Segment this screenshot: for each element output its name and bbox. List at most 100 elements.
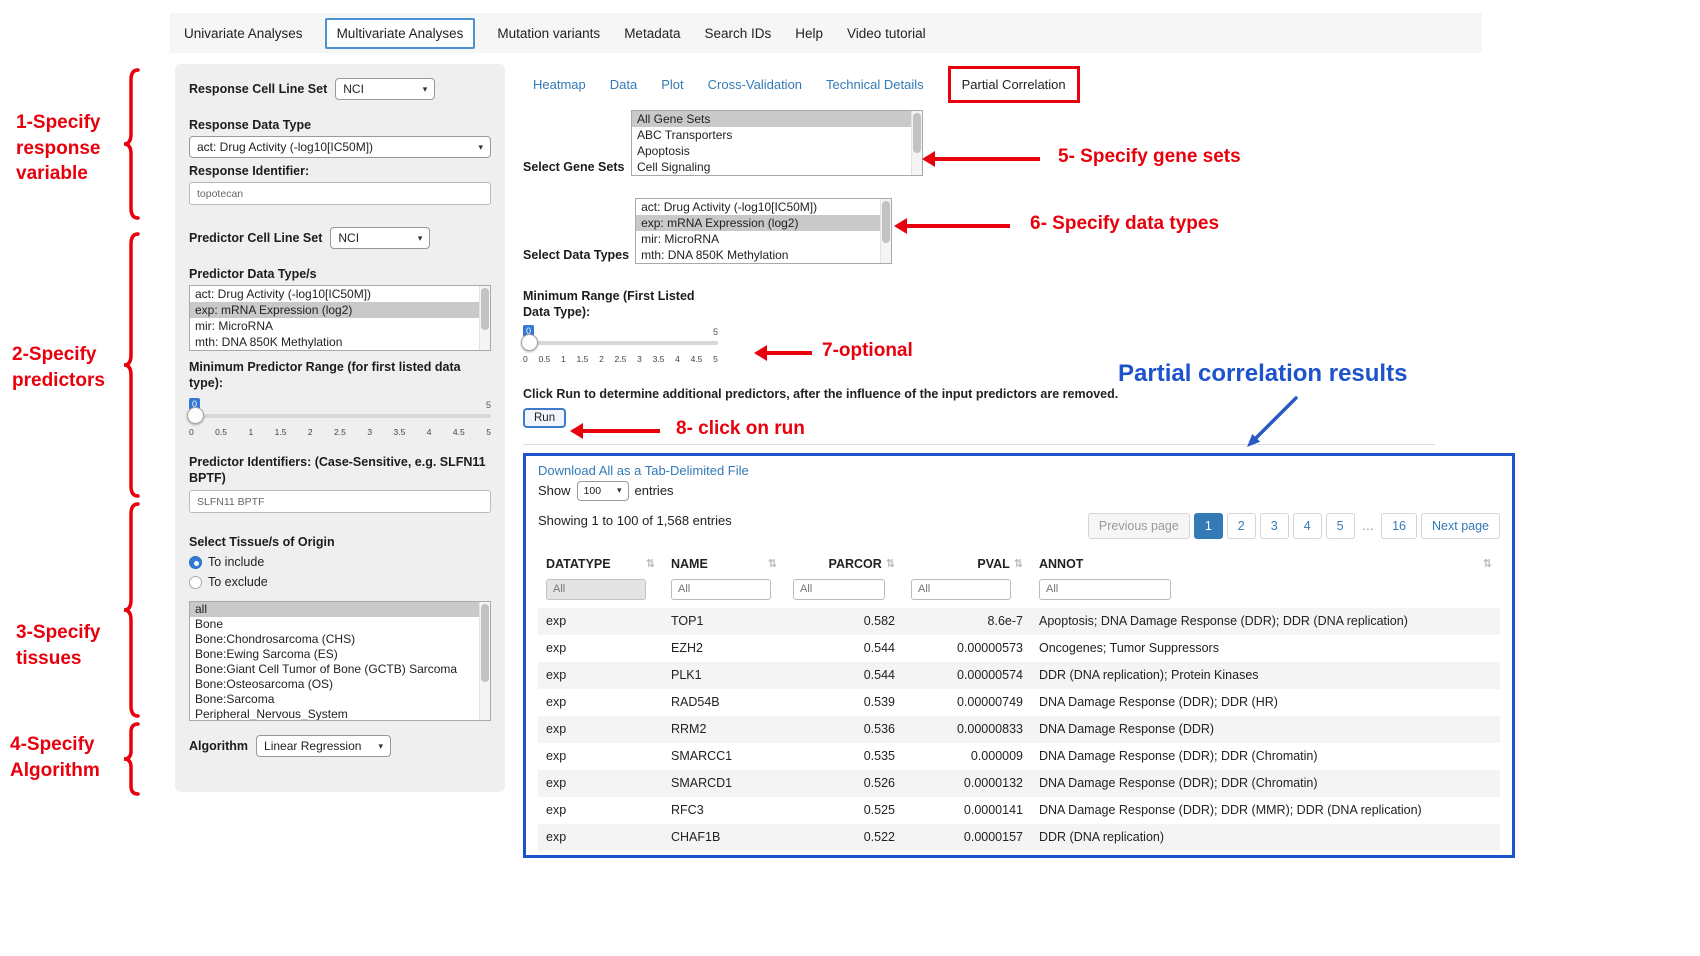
column-header-parcor[interactable]: PARCOR ⇅ [785,549,903,577]
slider-handle[interactable] [187,407,204,424]
cell-annot: Oncogenes; Tumor Suppressors [1031,635,1500,662]
listbox-option[interactable]: Apoptosis [632,143,922,159]
nav-help[interactable]: Help [793,20,825,47]
sort-icon[interactable]: ⇅ [1014,557,1023,570]
tick-label: 1 [561,354,566,364]
listbox-option[interactable]: mth: DNA 850K Methylation [636,247,891,263]
page-button-3[interactable]: 3 [1260,513,1289,539]
listbox-option-selected[interactable]: exp: mRNA Expression (log2) [190,302,490,318]
filter-datatype-input[interactable] [546,579,646,600]
page-button-4[interactable]: 4 [1293,513,1322,539]
listbox-option-selected[interactable]: All Gene Sets [632,111,922,127]
page-button-1[interactable]: 1 [1194,513,1223,539]
download-tab-delimited-link[interactable]: Download All as a Tab-Delimited File [538,463,749,478]
nav-metadata[interactable]: Metadata [622,20,682,47]
scrollbar-thumb[interactable] [481,604,489,682]
slider-handle[interactable] [521,334,538,351]
chevron-down-icon: ▾ [418,233,423,244]
response-identifier-input[interactable] [189,182,491,205]
min-range-slider[interactable]: 0 5 00.511.522.533.544.55 [523,325,718,371]
run-button[interactable]: Run [523,408,566,428]
partial-correlation-results-title: Partial correlation results [1118,360,1407,388]
nav-univariate-analyses[interactable]: Univariate Analyses [182,20,305,47]
predictor-cell-line-set-select[interactable]: NCI ▾ [330,227,430,249]
radio-selected-icon [189,556,202,569]
column-header-pval[interactable]: PVAL⇅ [903,549,1031,577]
select-value: act: Drug Activity (-log10[IC50M]) [197,140,373,154]
nav-search-ids[interactable]: Search IDs [702,20,773,47]
tab-partial-correlation[interactable]: Partial Correlation [948,66,1080,103]
listbox-option[interactable]: Peripheral_Nervous_System [190,707,490,721]
scrollbar[interactable] [479,602,490,720]
cell-annot: DNA Damage Response (DDR); DDR (HR) [1031,689,1500,716]
nav-multivariate-analyses[interactable]: Multivariate Analyses [325,18,476,49]
listbox-option-selected[interactable]: exp: mRNA Expression (log2) [636,215,891,231]
response-cell-line-set-label: Response Cell Line Set [189,82,327,96]
column-header-annot[interactable]: ANNOT⇅ [1031,549,1500,577]
listbox-option[interactable]: Bone:Giant Cell Tumor of Bone (GCTB) Sar… [190,662,490,677]
cell-name: EZH2 [663,635,785,662]
column-header-name[interactable]: NAME⇅ [663,549,785,577]
select-value: NCI [343,82,364,96]
filter-parcor-input[interactable] [793,579,885,600]
pagination-ellipsis: … [1359,519,1378,533]
filter-name-input[interactable] [671,579,771,600]
partial-correlation-results-panel: Download All as a Tab-Delimited File Sho… [523,453,1515,858]
main-content: Heatmap Data Plot Cross-Validation Techn… [518,64,1513,858]
page-button-2[interactable]: 2 [1227,513,1256,539]
listbox-option[interactable]: Bone:Chondrosarcoma (CHS) [190,632,490,647]
scrollbar-thumb[interactable] [913,113,921,153]
sort-icon[interactable]: ⇅ [886,557,895,570]
tissue-exclude-radio[interactable]: To exclude [189,575,491,589]
column-header-datatype[interactable]: DATATYPE⇅ [538,549,663,577]
scrollbar[interactable] [880,199,891,263]
listbox-option[interactable]: mir: MicroRNA [636,231,891,247]
sort-icon[interactable]: ⇅ [768,557,777,570]
entries-per-page-select[interactable]: 100 ▾ [577,481,629,501]
tab-technical-details[interactable]: Technical Details [826,77,924,92]
filter-annot-input[interactable] [1039,579,1171,600]
page-button-5[interactable]: 5 [1326,513,1355,539]
slider-track[interactable] [523,341,718,345]
previous-page-button[interactable]: Previous page [1088,513,1190,539]
listbox-option[interactable]: ABC Transporters [632,127,922,143]
page-button-16[interactable]: 16 [1381,513,1417,539]
listbox-option[interactable]: act: Drug Activity (-log10[IC50M]) [190,286,490,302]
listbox-option[interactable]: Bone:Osteosarcoma (OS) [190,677,490,692]
predictor-identifiers-input[interactable] [189,490,491,513]
listbox-option[interactable]: Cell Signaling [632,159,922,175]
nav-video-tutorial[interactable]: Video tutorial [845,20,928,47]
sort-icon[interactable]: ⇅ [1483,557,1492,570]
results-table: DATATYPE⇅ NAME⇅ PARCOR ⇅ PVAL⇅ ANNOT⇅ [538,549,1500,851]
min-predictor-range-slider[interactable]: 0 5 00.511.522.533.544.55 [189,398,491,444]
sort-icon[interactable]: ⇅ [646,557,655,570]
listbox-option[interactable]: Bone:Sarcoma [190,692,490,707]
scrollbar-thumb[interactable] [481,288,489,330]
filter-pval-input[interactable] [911,579,1011,600]
column-label: PARCOR [829,557,882,571]
cell-annot: DNA Damage Response (DDR); DDR (Chromati… [1031,770,1500,797]
tab-data[interactable]: Data [610,77,637,92]
slider-track[interactable] [189,414,491,418]
cell-parcor: 0.544 [785,662,903,689]
tissue-include-radio[interactable]: To include [189,555,491,569]
listbox-option[interactable]: mth: DNA 850K Methylation [190,334,490,350]
nav-mutation-variants[interactable]: Mutation variants [495,20,602,47]
listbox-option[interactable]: act: Drug Activity (-log10[IC50M]) [636,199,891,215]
run-instruction-text: Click Run to determine additional predic… [523,387,1513,401]
tab-cross-validation[interactable]: Cross-Validation [708,77,802,92]
response-cell-line-set-select[interactable]: NCI ▾ [335,78,435,100]
tab-heatmap[interactable]: Heatmap [533,77,586,92]
scrollbar[interactable] [911,111,922,175]
tab-plot[interactable]: Plot [661,77,683,92]
response-data-type-select[interactable]: act: Drug Activity (-log10[IC50M]) ▾ [189,136,491,158]
algorithm-select[interactable]: Linear Regression ▾ [256,735,391,757]
cell-datatype: exp [538,608,663,635]
listbox-option-selected[interactable]: all [190,602,490,617]
listbox-option[interactable]: Bone:Ewing Sarcoma (ES) [190,647,490,662]
scrollbar-thumb[interactable] [882,201,890,243]
next-page-button[interactable]: Next page [1421,513,1500,539]
scrollbar[interactable] [479,286,490,350]
listbox-option[interactable]: mir: MicroRNA [190,318,490,334]
listbox-option[interactable]: Bone [190,617,490,632]
